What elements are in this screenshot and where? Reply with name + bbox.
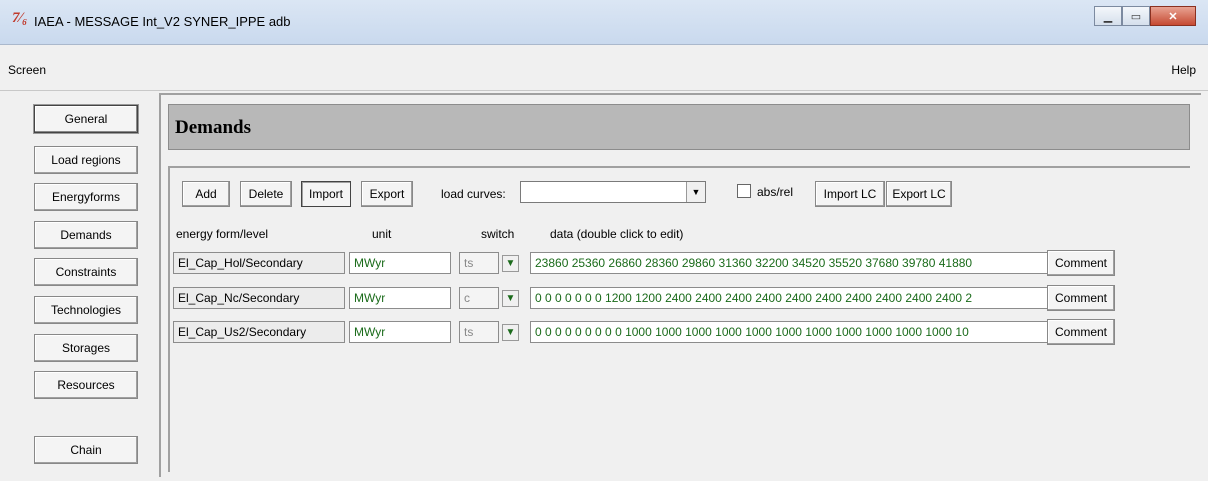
nav-chain-button[interactable]: Chain bbox=[34, 436, 138, 464]
nav-load-regions-button[interactable]: Load regions bbox=[34, 146, 138, 174]
import-lc-button[interactable]: Import LC bbox=[815, 181, 885, 207]
load-curves-label: load curves: bbox=[441, 187, 506, 201]
nav-constraints-button[interactable]: Constraints bbox=[34, 258, 138, 286]
row-switch-field[interactable]: c bbox=[459, 287, 499, 309]
close-icon[interactable]: ✕ bbox=[1150, 6, 1196, 26]
title-bar: 7⁄₆ IAEA - MESSAGE Int_V2 SYNER_IPPE adb… bbox=[0, 0, 1208, 45]
menu-screen[interactable]: Screen bbox=[8, 63, 46, 77]
column-header-name: energy form/level bbox=[176, 227, 269, 241]
chevron-down-icon[interactable]: ▼ bbox=[502, 290, 519, 307]
add-button[interactable]: Add bbox=[182, 181, 230, 207]
row-switch-field[interactable]: ts bbox=[459, 252, 499, 274]
delete-button[interactable]: Delete bbox=[240, 181, 292, 207]
comment-button[interactable]: Comment bbox=[1047, 250, 1115, 276]
import-button[interactable]: Import bbox=[301, 181, 351, 207]
abs-rel-label: abs/rel bbox=[757, 185, 794, 199]
nav-demands-button[interactable]: Demands bbox=[34, 221, 138, 249]
page-title: Demands bbox=[175, 117, 252, 138]
nav-storages-button[interactable]: Storages bbox=[34, 334, 138, 362]
row-unit-field[interactable]: MWyr bbox=[349, 252, 451, 274]
minimize-icon[interactable]: ▁ bbox=[1094, 6, 1122, 26]
export-button[interactable]: Export bbox=[361, 181, 413, 207]
message-logo-icon: 7⁄₆ bbox=[12, 10, 28, 26]
chevron-down-icon[interactable]: ▼ bbox=[686, 182, 705, 202]
row-data-field[interactable]: 0 0 0 0 0 0 0 1200 1200 2400 2400 2400 2… bbox=[530, 287, 1048, 309]
row-data-field[interactable]: 23860 25360 26860 28360 29860 31360 3220… bbox=[530, 252, 1048, 274]
nav-energyforms-button[interactable]: Energyforms bbox=[34, 183, 138, 211]
column-header-switch: switch bbox=[481, 227, 515, 241]
comment-button[interactable]: Comment bbox=[1047, 319, 1115, 345]
page-header: Demands bbox=[168, 104, 1190, 150]
row-unit-field[interactable]: MWyr bbox=[349, 287, 451, 309]
column-header-data: data (double click to edit) bbox=[550, 227, 684, 241]
window-title: IAEA - MESSAGE Int_V2 SYNER_IPPE adb bbox=[34, 14, 291, 29]
maximize-icon[interactable]: ▭ bbox=[1122, 6, 1150, 26]
nav-general-button[interactable]: General bbox=[34, 105, 138, 133]
window-controls: ▁ ▭ ✕ bbox=[1094, 6, 1196, 26]
chevron-down-icon[interactable]: ▼ bbox=[502, 255, 519, 272]
menu-bar: Screen Help bbox=[0, 45, 1208, 91]
comment-button[interactable]: Comment bbox=[1047, 285, 1115, 311]
menu-help[interactable]: Help bbox=[1171, 63, 1196, 77]
load-curves-select[interactable]: ▼ bbox=[520, 181, 706, 203]
chevron-down-icon[interactable]: ▼ bbox=[502, 324, 519, 341]
nav-technologies-button[interactable]: Technologies bbox=[34, 296, 138, 324]
column-header-unit: unit bbox=[372, 227, 392, 241]
row-switch-field[interactable]: ts bbox=[459, 321, 499, 343]
row-unit-field[interactable]: MWyr bbox=[349, 321, 451, 343]
content-panel bbox=[168, 166, 1190, 472]
row-name-field[interactable]: El_Cap_Us2/Secondary bbox=[173, 321, 345, 343]
row-data-field[interactable]: 0 0 0 0 0 0 0 0 0 1000 1000 1000 1000 10… bbox=[530, 321, 1048, 343]
nav-resources-button[interactable]: Resources bbox=[34, 371, 138, 399]
export-lc-button[interactable]: Export LC bbox=[886, 181, 952, 207]
row-name-field[interactable]: El_Cap_Hol/Secondary bbox=[173, 252, 345, 274]
row-name-field[interactable]: El_Cap_Nc/Secondary bbox=[173, 287, 345, 309]
abs-rel-checkbox[interactable] bbox=[737, 184, 751, 198]
